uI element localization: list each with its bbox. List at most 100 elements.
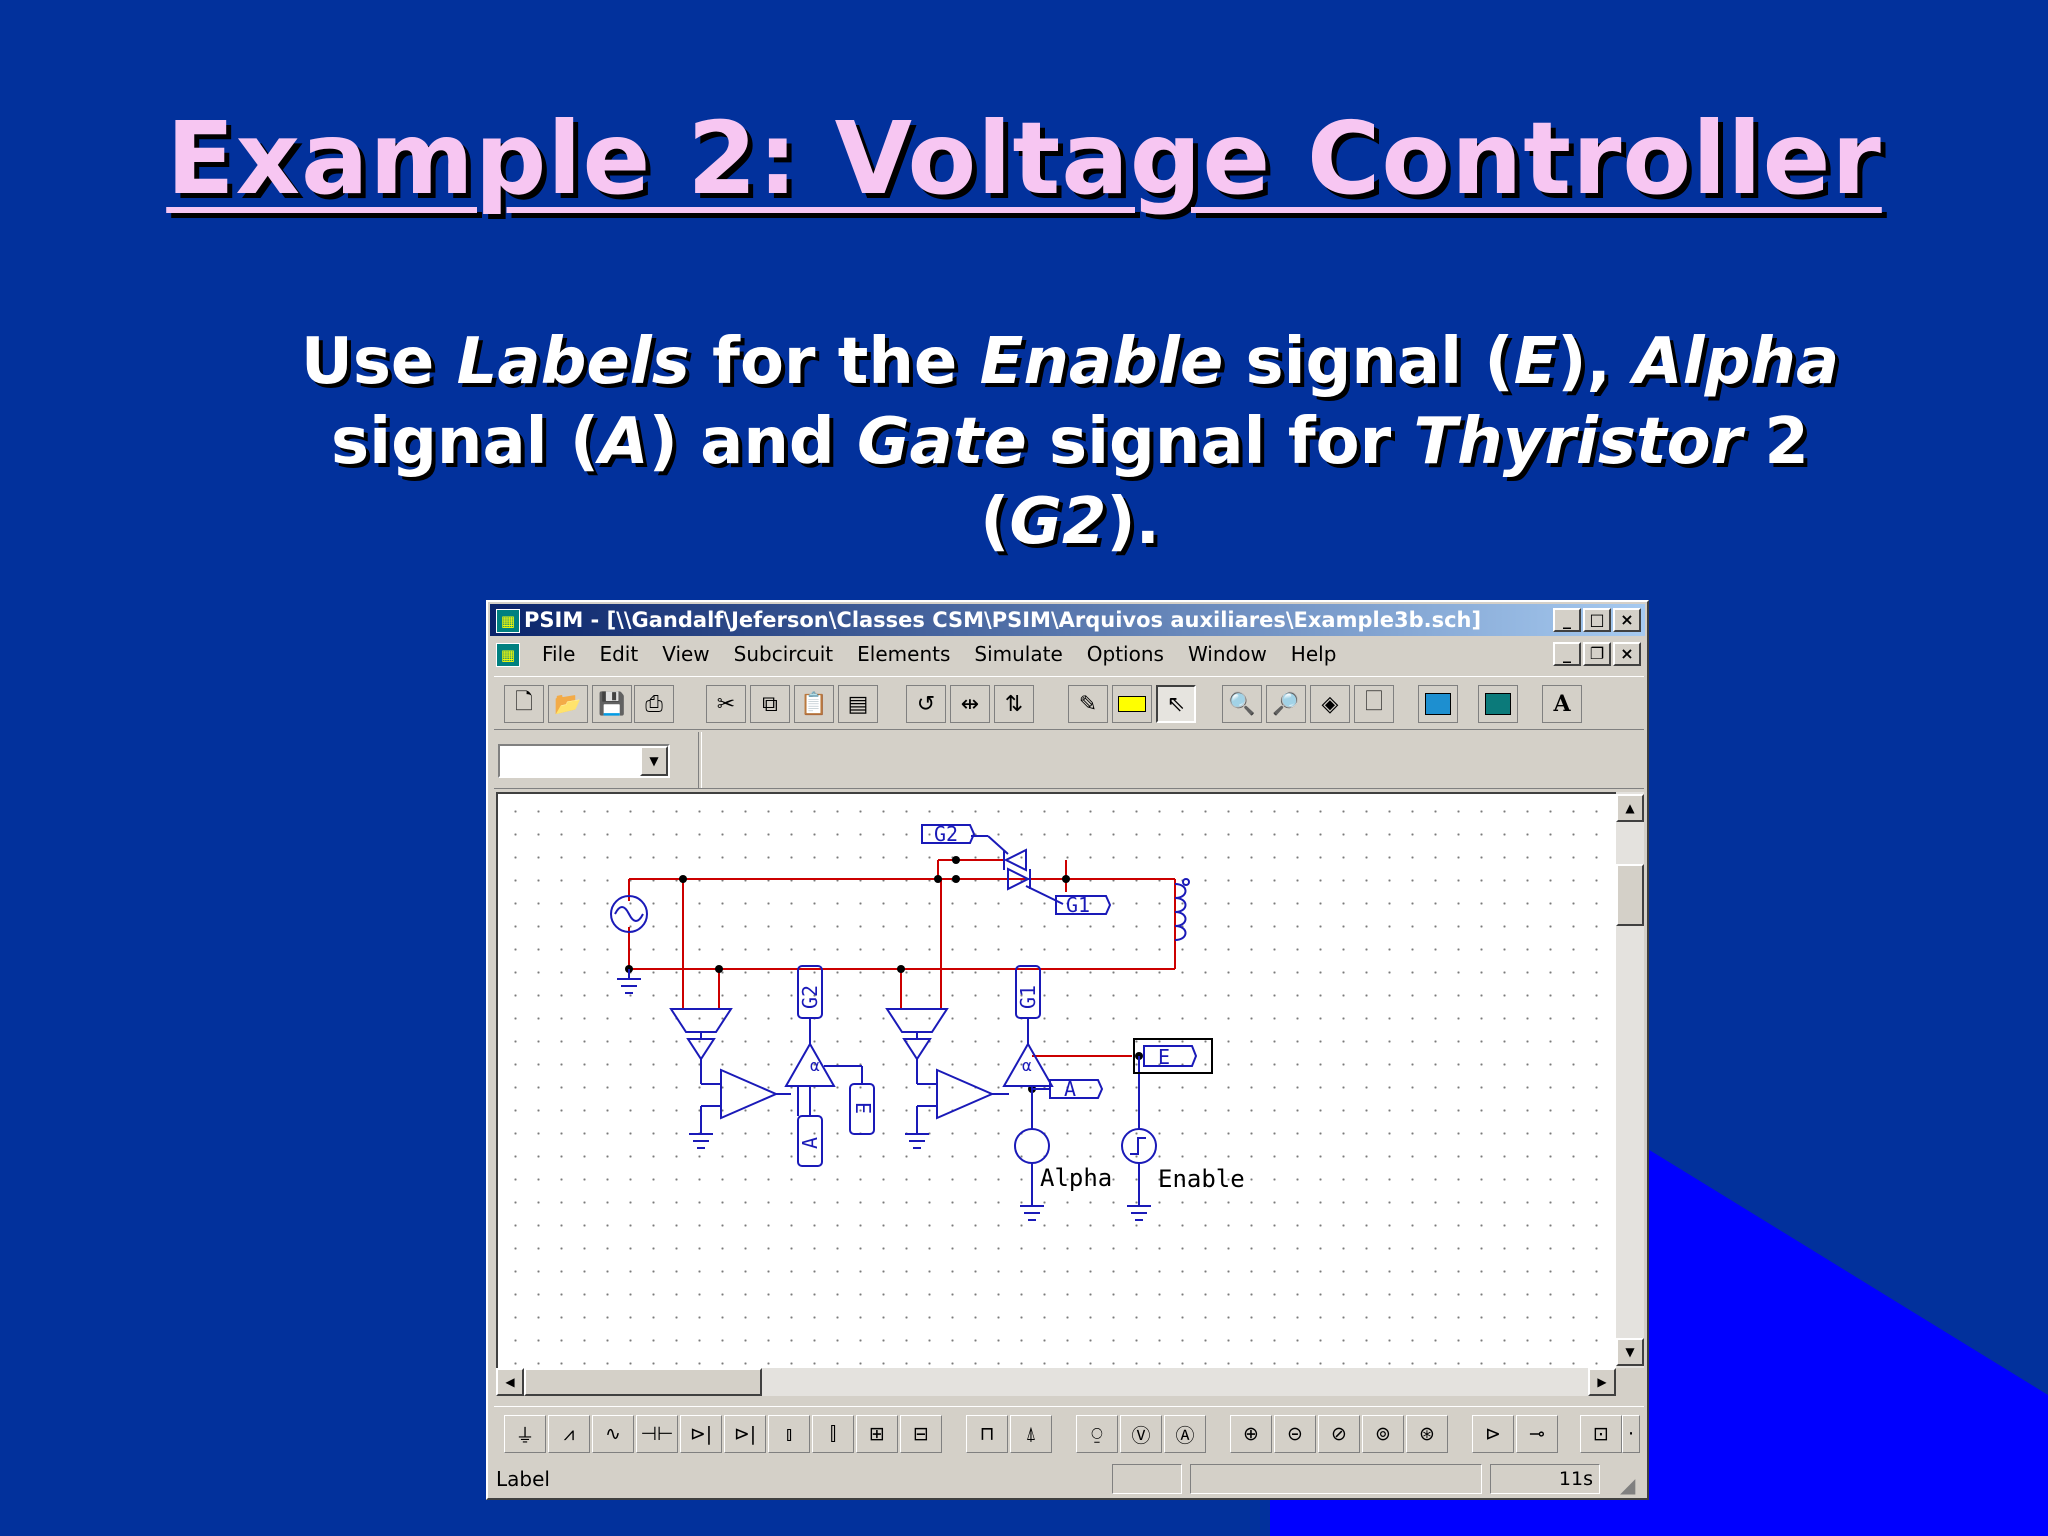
switch-module-icon[interactable]: ⊞ xyxy=(856,1415,898,1453)
status-pane-2 xyxy=(1190,1464,1482,1494)
schematic-canvas[interactable]: G2 G1 G2 G1 A E E A α α Alpha Enable xyxy=(496,792,1616,1368)
doc-restore-button[interactable]: ❐ xyxy=(1583,642,1611,666)
element-selector-bar: ▼ xyxy=(494,732,1644,789)
select-arrow-icon[interactable]: ⇖ xyxy=(1156,685,1196,723)
wire-pencil-icon[interactable]: ✎ xyxy=(1068,685,1108,723)
resize-grip-icon[interactable]: ◢ xyxy=(1620,1466,1635,1504)
source-texts: Alpha Enable xyxy=(1040,1164,1245,1193)
menu-options[interactable]: Options xyxy=(1075,638,1176,670)
power-wires xyxy=(628,859,1176,1057)
schematic-drawing: G2 G1 G2 G1 A E E A α α Alpha Enable xyxy=(610,822,1245,1221)
probe-arrow-icon[interactable]: ⍋ xyxy=(1010,1415,1052,1453)
menu-view[interactable]: View xyxy=(650,638,721,670)
label-g2-vertical: G2 xyxy=(798,985,822,1009)
menu-file[interactable]: File xyxy=(530,638,587,670)
psim-window: ▦ PSIM - [\\Gandalf\Jeferson\Classes CSM… xyxy=(486,600,1649,1500)
scroll-up-icon[interactable]: ▲ xyxy=(1616,794,1644,822)
cut-icon[interactable]: ✂ xyxy=(706,685,746,723)
new-file-icon[interactable]: 🗋 xyxy=(504,685,544,723)
doc-close-button[interactable]: × xyxy=(1613,642,1641,666)
window-title: PSIM - [\\Gandalf\Jeferson\Classes CSM\P… xyxy=(524,608,1482,632)
menu-edit[interactable]: Edit xyxy=(587,638,650,670)
save-icon[interactable]: 💾 xyxy=(592,685,632,723)
label-a-vertical: A xyxy=(798,1137,822,1149)
menu-subcircuit[interactable]: Subcircuit xyxy=(722,638,845,670)
enable-source-label: Enable xyxy=(1158,1165,1245,1193)
label-element-icon[interactable]: ⊸ xyxy=(1516,1415,1558,1453)
paste-icon[interactable]: 📋 xyxy=(794,685,834,723)
scroll-left-icon[interactable]: ◀ xyxy=(496,1368,524,1396)
copy-icon[interactable]: ⧉ xyxy=(750,685,790,723)
psim-app-icon[interactable]: ▦ xyxy=(496,609,520,633)
bridge-module-icon[interactable]: ⊟ xyxy=(900,1415,942,1453)
label-e-vertical: E xyxy=(851,1102,875,1114)
status-pane-1 xyxy=(1112,1464,1182,1494)
menu-bar: ▦ File Edit View Subcircuit Elements Sim… xyxy=(490,638,1645,670)
menu-window[interactable]: Window xyxy=(1176,638,1279,670)
thyristor-icon[interactable]: ⊳| xyxy=(724,1415,766,1453)
capacitor-icon[interactable]: ⊣⊢ xyxy=(636,1415,678,1453)
label-tool-icon[interactable] xyxy=(1112,685,1152,723)
close-button[interactable]: × xyxy=(1613,608,1641,632)
flip-vertical-icon[interactable]: ⇅ xyxy=(994,685,1034,723)
label-g1-top: G1 xyxy=(1066,893,1090,917)
maximize-button[interactable]: □ xyxy=(1583,608,1611,632)
schematic-labels: G2 G1 G2 G1 A E E A α α xyxy=(798,822,1170,1149)
k-block-icon[interactable]: ⊡ xyxy=(1580,1415,1622,1453)
mosfet-icon[interactable]: ⫾ xyxy=(768,1415,810,1453)
minimize-button[interactable]: _ xyxy=(1553,608,1581,632)
menu-help[interactable]: Help xyxy=(1279,638,1349,670)
scroll-right-icon[interactable]: ▶ xyxy=(1588,1368,1616,1396)
simview-icon[interactable] xyxy=(1478,685,1518,723)
voltmeter-icon[interactable]: Ⓥ xyxy=(1120,1415,1162,1453)
igbt-icon[interactable]: ⫿ xyxy=(812,1415,854,1453)
sine-source-icon[interactable]: ⊘ xyxy=(1318,1415,1360,1453)
rotate-icon[interactable]: ↺ xyxy=(906,685,946,723)
step-source-icon[interactable]: ⊛ xyxy=(1406,1415,1448,1453)
label-a-box: A xyxy=(1064,1077,1076,1101)
window-titlebar[interactable]: ▦ PSIM - [\\Gandalf\Jeferson\Classes CSM… xyxy=(490,604,1645,636)
alpha-symbol: α xyxy=(810,1056,820,1075)
print-icon[interactable]: ⎙ xyxy=(634,685,674,723)
voltage-probe-icon[interactable]: ⍜ xyxy=(1076,1415,1118,1453)
simulate-icon[interactable] xyxy=(1418,685,1458,723)
more-elements-icon[interactable]: · xyxy=(1622,1415,1640,1453)
zoom-in-icon[interactable]: 🔍 xyxy=(1222,685,1262,723)
square-source-icon[interactable]: ⊚ xyxy=(1362,1415,1404,1453)
horizontal-scroll-thumb[interactable] xyxy=(524,1368,762,1396)
status-time: 11s xyxy=(1490,1464,1600,1494)
zoom-out-icon[interactable]: 🔎 xyxy=(1266,685,1306,723)
flip-horizontal-icon[interactable]: ⇹ xyxy=(950,685,990,723)
bullet-text: Use Labels for the Enable signal (E), Al… xyxy=(300,325,1840,559)
dc-source-icon[interactable]: ⊕ xyxy=(1230,1415,1272,1453)
zoom-fit-icon[interactable]: ◈ xyxy=(1310,685,1350,723)
vertical-scrollbar[interactable]: ▲ ▼ xyxy=(1616,792,1644,1368)
status-bar: Label 11s ◢ xyxy=(490,1460,1645,1498)
combo-dropdown-icon[interactable]: ▼ xyxy=(640,746,668,776)
vertical-scroll-thumb[interactable] xyxy=(1616,864,1644,926)
main-toolbar: 🗋 📂 💾 ⎙ ✂ ⧉ 📋 ▤ ↺ ⇹ ⇅ ✎ ⇖ 🔍 🔎 ◈ 🗌 A xyxy=(494,676,1644,730)
clipboard-icon[interactable]: ▤ xyxy=(838,685,878,723)
pwm-icon[interactable]: ⊓ xyxy=(966,1415,1008,1453)
doc-minimize-button[interactable]: _ xyxy=(1553,642,1581,666)
ammeter-icon[interactable]: Ⓐ xyxy=(1164,1415,1206,1453)
scroll-down-icon[interactable]: ▼ xyxy=(1616,1338,1644,1366)
menu-simulate[interactable]: Simulate xyxy=(962,638,1074,670)
document-icon[interactable]: ▦ xyxy=(496,643,520,667)
inductor-icon[interactable]: ∿ xyxy=(592,1415,634,1453)
text-tool-icon[interactable]: A xyxy=(1542,685,1582,723)
comparator-icon[interactable]: ⊳ xyxy=(1472,1415,1514,1453)
element-combo[interactable]: ▼ xyxy=(498,744,670,778)
page-icon[interactable]: 🗌 xyxy=(1354,685,1394,723)
open-folder-icon[interactable]: 📂 xyxy=(548,685,588,723)
ground-icon[interactable]: ⏚ xyxy=(504,1415,546,1453)
elements-toolbar: ⏚ ⩘ ∿ ⊣⊢ ⊳| ⊳| ⫾ ⫿ ⊞ ⊟ ⊓ ⍋ ⍜ Ⓥ Ⓐ ⊕ ⊝ ⊘ ⊚… xyxy=(494,1406,1644,1457)
ac-source-icon[interactable]: ⊝ xyxy=(1274,1415,1316,1453)
diode-icon[interactable]: ⊳| xyxy=(680,1415,722,1453)
resistor-icon[interactable]: ⩘ xyxy=(548,1415,590,1453)
label-e-box: E xyxy=(1158,1045,1170,1069)
horizontal-scrollbar[interactable]: ◀ ▶ xyxy=(496,1368,1616,1396)
alpha-source-label: Alpha xyxy=(1040,1164,1112,1192)
label-g2-top: G2 xyxy=(934,822,958,846)
menu-elements[interactable]: Elements xyxy=(845,638,962,670)
